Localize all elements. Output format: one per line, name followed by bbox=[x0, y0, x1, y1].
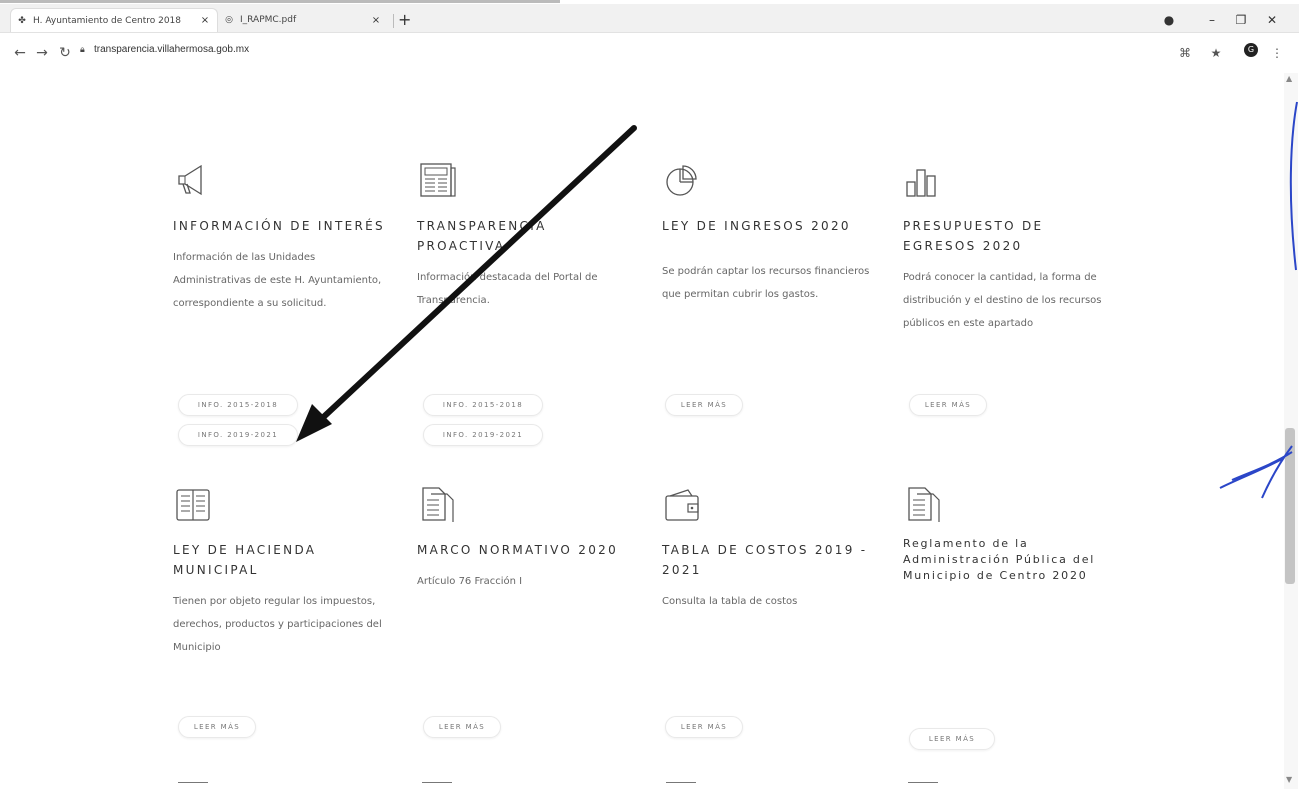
handwritten-signature bbox=[1219, 101, 1298, 499]
